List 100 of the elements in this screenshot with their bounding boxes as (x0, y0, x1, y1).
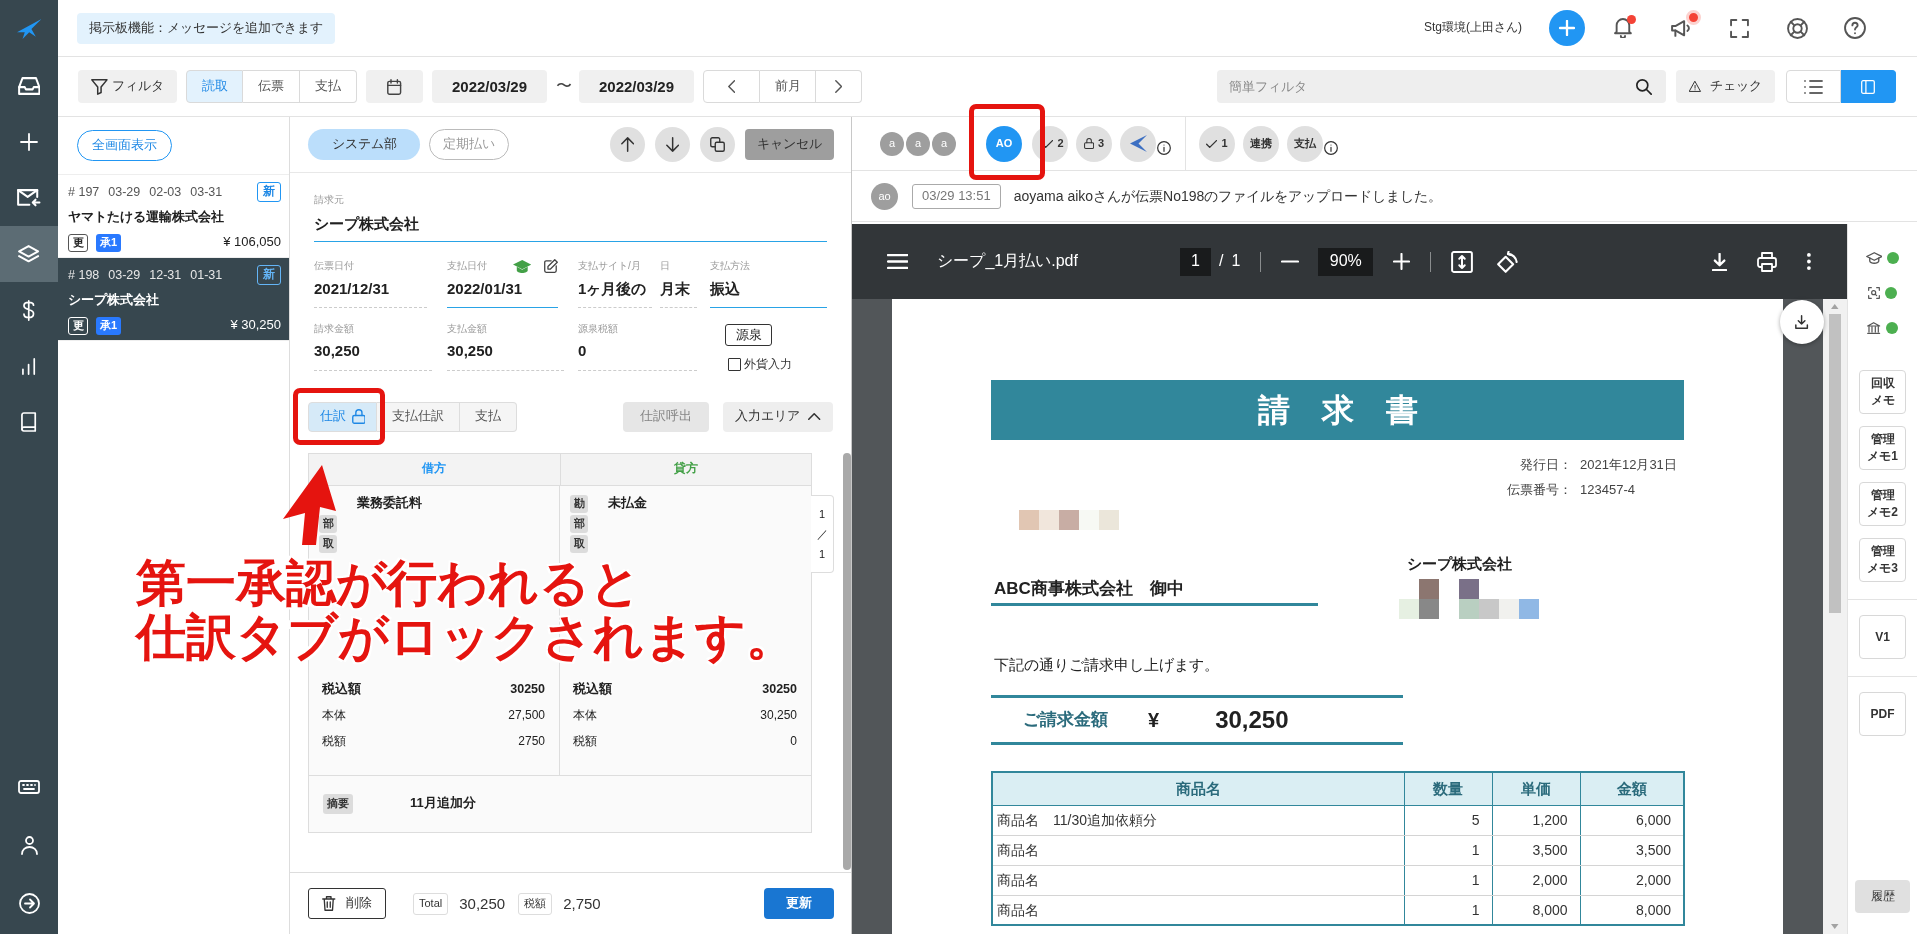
lifebuoy-icon (1786, 17, 1808, 39)
copy-button[interactable] (700, 127, 735, 162)
search-icon (1636, 78, 1652, 95)
form-field[interactable]: 30,250 (314, 340, 432, 371)
edit-icon[interactable] (544, 259, 558, 273)
row-key-label: 摘要 (323, 793, 353, 814)
move-up-button[interactable] (610, 127, 645, 162)
date-field[interactable]: 2022/03/29 (579, 70, 694, 103)
date-text: 01-31 (190, 266, 223, 284)
invoice-number: # 198 (68, 266, 100, 284)
form-field[interactable]: シープ株式会社 (314, 213, 827, 242)
info-icon (1157, 140, 1171, 155)
form-field[interactable]: 1ヶ月後の (578, 278, 652, 308)
department-button[interactable]: システム部 (308, 129, 420, 160)
user-icon (20, 835, 38, 855)
journal-tab[interactable]: 支払 (460, 401, 517, 432)
history-button[interactable]: 履歴 (1855, 880, 1910, 913)
fullscreen-view-button[interactable]: 全画面表示 (77, 130, 172, 161)
user-avatar: a (880, 131, 904, 156)
megaphone-icon (1670, 19, 1692, 37)
memo-button[interactable]: 管理 メモ1 (1859, 426, 1906, 470)
slip-number: 123457-4 (1580, 481, 1636, 499)
form-field[interactable]: 2022/01/31 (447, 278, 558, 308)
print-button[interactable] (1757, 251, 1778, 272)
lock-status-button[interactable]: 3 (1076, 125, 1112, 162)
source-tab[interactable]: 伝票 (243, 70, 300, 103)
total-label: 本体 (322, 707, 346, 724)
filter-button[interactable]: フィルタ (78, 70, 177, 103)
fit-page-button[interactable] (1451, 250, 1474, 273)
form-field[interactable]: 30,250 (447, 340, 564, 371)
logo-icon (16, 19, 42, 39)
scroll-up-icon (1831, 304, 1839, 309)
form-field[interactable]: 振込 (710, 278, 827, 308)
status-button[interactable]: 連携 (1243, 125, 1279, 162)
input-area-button[interactable]: 入力エリア (723, 401, 833, 432)
new-label: 新 (257, 265, 281, 285)
previous-month-button[interactable]: 前月 (760, 70, 816, 103)
zoom-in-button[interactable] (1393, 253, 1411, 270)
slip-number-label: 伝票番号： (1507, 481, 1572, 499)
integration-button[interactable] (1120, 125, 1156, 162)
delete-button[interactable]: 削除 (308, 888, 386, 919)
search-field[interactable]: 簡単フィルタ (1217, 70, 1666, 103)
filter-icon (91, 78, 108, 95)
pdf-button[interactable]: PDF (1859, 692, 1906, 736)
memo-button[interactable]: 回収 メモ (1859, 370, 1906, 414)
page-number-field[interactable]: 1 (1179, 247, 1211, 276)
check-icon (1206, 139, 1218, 148)
table-cell: 8,000 (1492, 895, 1580, 925)
memo-button[interactable]: 管理 メモ3 (1859, 538, 1906, 582)
move-down-button[interactable] (655, 127, 690, 162)
source-tab[interactable]: 支払 (300, 70, 357, 103)
sidebar-button[interactable] (0, 226, 58, 282)
field-label: 源泉税額 (578, 323, 619, 335)
menu-button[interactable] (887, 254, 909, 269)
layers-icon (18, 245, 40, 263)
chevron-left-icon (727, 80, 736, 93)
rotate-icon (1497, 250, 1519, 273)
field-label: 請求金額 (314, 323, 355, 335)
cancel-button[interactable]: キャンセル (745, 129, 834, 160)
panel-view-button[interactable] (1841, 70, 1896, 103)
scroll-down-icon (1831, 924, 1839, 929)
calendar-button[interactable] (366, 70, 423, 103)
more-button[interactable] (1807, 253, 1811, 270)
download-button[interactable] (1780, 300, 1824, 344)
fit-page-icon (1451, 250, 1474, 273)
dollar-icon (23, 299, 35, 321)
checkbox[interactable] (728, 358, 741, 372)
download-button[interactable] (1712, 252, 1728, 271)
status-button[interactable]: 支払 (1287, 125, 1323, 162)
zoom-out-button[interactable] (1281, 260, 1300, 263)
form-field[interactable]: 2021/12/31 (314, 278, 427, 308)
version-button[interactable]: V1 (1859, 615, 1906, 659)
new-label: 新 (257, 182, 281, 202)
approval-label: 承1 (96, 316, 122, 335)
company-name: シープ株式会社 (68, 291, 160, 309)
issue-date: 2021年12月31日 (1580, 456, 1678, 474)
total-value: 30250 (510, 681, 545, 698)
form-field[interactable]: 月末 (660, 278, 697, 308)
check-button[interactable]: チェック (1676, 70, 1775, 103)
user-avatar: a (906, 131, 930, 156)
info-icon (1324, 140, 1338, 155)
journal-tab[interactable]: 支払仕訳 (377, 401, 460, 432)
amount-text: ¥ 30,250 (230, 317, 281, 334)
rotate-button[interactable] (1497, 250, 1519, 273)
memo-button[interactable]: 管理 メモ2 (1859, 482, 1906, 526)
invoice-list-item[interactable]: # 198 03-29 12-31 01-31 新 シープ株式会社 更 承1 ¥ 30,250 (58, 258, 289, 341)
notice-banner: 掲示板機能：メッセージを追加できます (77, 12, 335, 44)
date-field[interactable]: 2022/03/29 (432, 70, 547, 103)
form-field[interactable]: 0 (578, 340, 697, 371)
withholding-button[interactable]: 源泉 (725, 324, 772, 346)
add-button[interactable] (1549, 10, 1585, 46)
bar-chart-icon (22, 357, 36, 375)
zoom-level-field[interactable]: 90% (1318, 247, 1374, 276)
update-button[interactable]: 更新 (764, 888, 834, 919)
plus-icon (1393, 253, 1411, 270)
approval-status-button[interactable]: 1 (1199, 125, 1235, 162)
total-amount: 30,250 (459, 893, 506, 914)
list-view-button[interactable] (1786, 70, 1841, 103)
down-arrow-icon (665, 137, 680, 152)
lock-icon (1083, 138, 1095, 149)
